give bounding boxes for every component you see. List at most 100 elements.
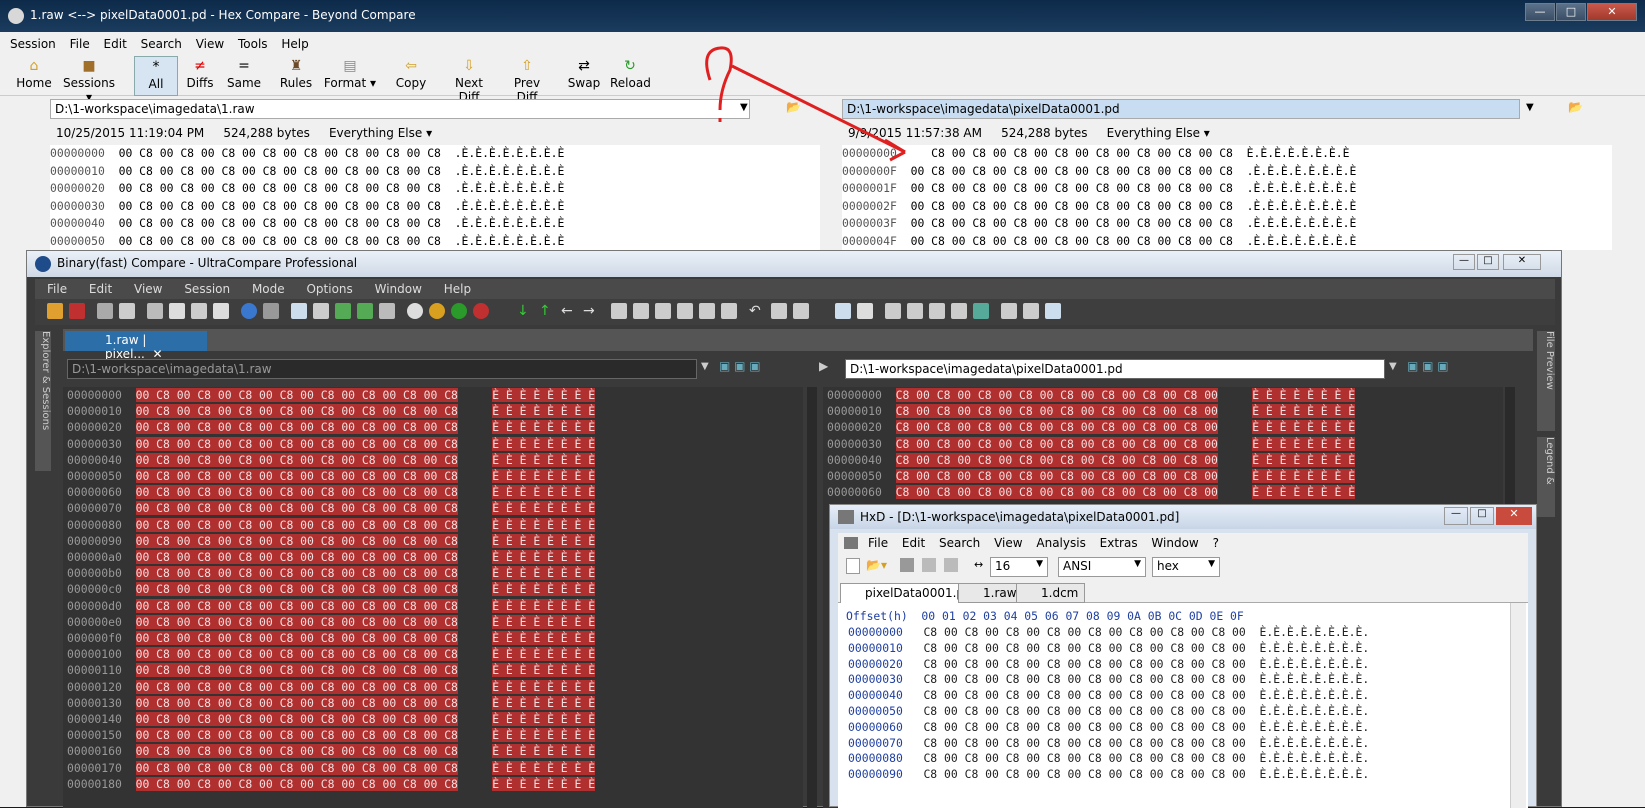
uc-right-path-input[interactable]: D:\1-workspace\imagedata\pixelData0001.p…: [845, 359, 1385, 379]
prev-diff-button[interactable]: ⇧ Prev Diff: [502, 56, 552, 104]
settings-icon[interactable]: [379, 303, 395, 319]
save-icon[interactable]: [900, 558, 914, 572]
minimize-button[interactable]: —: [1453, 254, 1475, 270]
maximize-button[interactable]: □: [1470, 507, 1494, 525]
menu-window[interactable]: Window: [1151, 536, 1198, 550]
menu-edit[interactable]: Edit: [104, 37, 127, 51]
menu-mode[interactable]: Mode: [252, 282, 285, 296]
minimize-button[interactable]: —: [1444, 507, 1468, 525]
copy-block4-icon[interactable]: [721, 303, 737, 319]
uc-left-path-dropdown[interactable]: ▼: [701, 361, 709, 372]
open-icon[interactable]: [47, 303, 63, 319]
uc-right-path-dropdown[interactable]: ▼: [1389, 361, 1397, 372]
badge-icon[interactable]: [429, 303, 445, 319]
menu-search[interactable]: Search: [939, 536, 980, 550]
home-button[interactable]: ⌂ Home: [14, 56, 54, 96]
menu-view[interactable]: View: [196, 37, 224, 51]
menu-session[interactable]: Session: [184, 282, 230, 296]
close-button[interactable]: ✕: [1503, 254, 1541, 270]
menu-view[interactable]: View: [994, 536, 1022, 550]
uc-left-folder-icons[interactable]: ▣ ▣ ▣: [719, 359, 789, 373]
print-icon[interactable]: [922, 558, 936, 572]
format-button[interactable]: ▤ Format ▾: [322, 56, 378, 96]
menu-help[interactable]: Help: [444, 282, 471, 296]
hxd-scrollbar[interactable]: [1510, 603, 1526, 808]
menu-edit[interactable]: Edit: [902, 536, 925, 550]
maximize-button[interactable]: □: [1477, 254, 1499, 270]
window3-icon[interactable]: [1045, 303, 1061, 319]
all-button[interactable]: * All: [134, 56, 178, 96]
diffs-button[interactable]: ≠ Diffs: [182, 56, 218, 96]
badge3-icon[interactable]: [473, 303, 489, 319]
arrow-right-icon[interactable]: →: [583, 303, 599, 319]
menu-options[interactable]: Options: [306, 282, 352, 296]
copy-block2-icon[interactable]: [677, 303, 693, 319]
layout-icon[interactable]: [291, 303, 307, 319]
charset-select[interactable]: ANSI ▼: [1058, 557, 1146, 577]
compare-mode-icon[interactable]: [335, 303, 351, 319]
menu-analysis[interactable]: Analysis: [1036, 536, 1085, 550]
minimize-button[interactable]: —: [1525, 3, 1555, 21]
panel3-icon[interactable]: [929, 303, 945, 319]
uc-left-scrollbar[interactable]: [807, 387, 817, 808]
copy-block-icon[interactable]: [655, 303, 671, 319]
window-icon[interactable]: [1001, 303, 1017, 319]
open-folder-icon[interactable]: 📂▾: [866, 558, 887, 572]
right-path-dropdown[interactable]: ▼: [1526, 102, 1534, 113]
menu-view[interactable]: View: [134, 282, 162, 296]
uc-left-hex-pane[interactable]: 00000000 00 C8 00 C8 00 C8 00 C8 00 C8 0…: [63, 387, 803, 808]
arrow-up-icon[interactable]: ↑: [539, 303, 555, 319]
menu-file[interactable]: File: [868, 536, 888, 550]
window2-icon[interactable]: [1023, 303, 1039, 319]
menu-search[interactable]: Search: [141, 37, 182, 51]
print-preview-icon[interactable]: [97, 303, 113, 319]
compare-icon[interactable]: [69, 303, 85, 319]
panel2-icon[interactable]: [907, 303, 923, 319]
edit-icon[interactable]: [771, 303, 787, 319]
panel-icon[interactable]: [885, 303, 901, 319]
arrow-left-icon[interactable]: ←: [561, 303, 577, 319]
bytes-per-row-select[interactable]: 16 ▼: [990, 557, 1048, 577]
maximize-button[interactable]: □: [1556, 3, 1586, 21]
new-file-icon[interactable]: [846, 558, 860, 574]
copy-block3-icon[interactable]: [699, 303, 715, 319]
panel4-icon[interactable]: [951, 303, 967, 319]
arrow-down-icon[interactable]: ↓: [517, 303, 533, 319]
sessions-button[interactable]: ■ Sessions ▾: [60, 56, 118, 104]
layout2-icon[interactable]: [313, 303, 329, 319]
file-preview-sidebar[interactable]: File Preview: [1537, 331, 1555, 431]
menu-file[interactable]: File: [70, 37, 90, 51]
play-icon[interactable]: ▶: [819, 359, 828, 373]
close-button[interactable]: ✕: [1587, 3, 1637, 21]
menu-edit[interactable]: Edit: [89, 282, 112, 296]
menu-file[interactable]: File: [47, 282, 67, 296]
menu-help[interactable]: Help: [281, 37, 308, 51]
print-icon[interactable]: [119, 303, 135, 319]
star-icon[interactable]: [169, 303, 185, 319]
view-list-icon[interactable]: [835, 303, 851, 319]
view-detail-icon[interactable]: [857, 303, 873, 319]
uc-left-path-input[interactable]: D:\1-workspace\imagedata\1.raw: [67, 359, 697, 379]
right-filter-dropdown[interactable]: Everything Else: [1107, 126, 1200, 140]
legend-sidebar[interactable]: Legend &: [1537, 437, 1555, 517]
menu-window[interactable]: Window: [375, 282, 422, 296]
tab-1raw[interactable]: 1.raw: [958, 583, 1024, 603]
open-folder-icon[interactable]: 📂: [1568, 100, 1583, 114]
offset-base-select[interactable]: hex ▼: [1152, 557, 1220, 577]
merge-icon[interactable]: [191, 303, 207, 319]
left-filter-dropdown[interactable]: Everything Else: [329, 126, 422, 140]
right-path-input[interactable]: D:\1-workspace\imagedata\pixelData0001.p…: [842, 99, 1520, 119]
tab-compare[interactable]: 1.raw | pixel... ✕: [65, 331, 207, 361]
stop-icon[interactable]: [263, 303, 279, 319]
next-diff-button[interactable]: ⇩ Next Diff: [444, 56, 494, 104]
menu-tools[interactable]: Tools: [238, 37, 268, 51]
copy-button[interactable]: ⇦ Copy: [392, 56, 430, 96]
compare-mode2-icon[interactable]: [357, 303, 373, 319]
left-path-input[interactable]: D:\1-workspace\imagedata\1.raw: [50, 99, 750, 119]
copy-right-icon[interactable]: [633, 303, 649, 319]
uc-right-folder-icons[interactable]: ▣ ▣ ▣: [1407, 359, 1477, 373]
explorer-sessions-sidebar[interactable]: Explorer & Sessions: [35, 331, 51, 471]
menu-extras[interactable]: Extras: [1100, 536, 1138, 550]
tab-1dcm[interactable]: 1.dcm: [1016, 583, 1086, 603]
globe-icon[interactable]: [407, 303, 423, 319]
